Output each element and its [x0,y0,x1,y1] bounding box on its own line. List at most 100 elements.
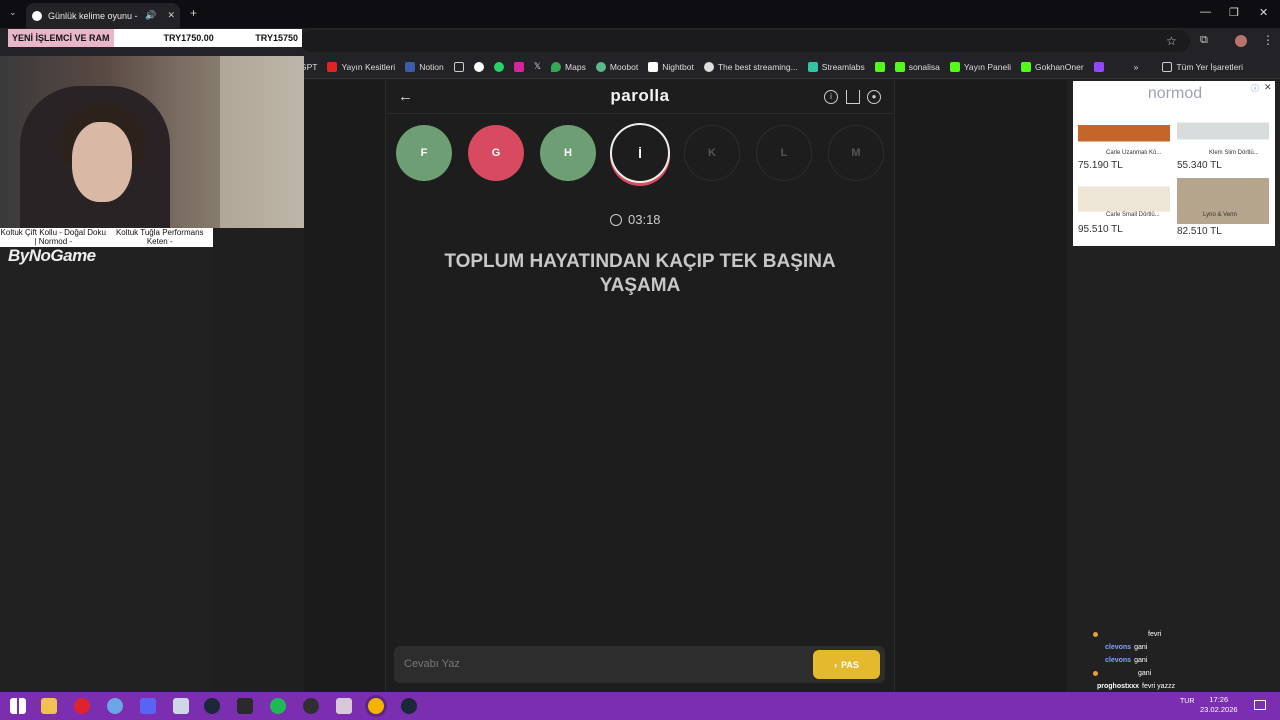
bookmark-gokhanoner[interactable]: GokhanOner [1021,61,1084,72]
chat-text: fevri [1148,631,1162,638]
notifications-icon[interactable] [1254,700,1266,710]
bookmarks-overflow-icon[interactable]: » [1134,62,1139,72]
pass-button[interactable]: › PAS [813,650,880,679]
ad-item-price: 55.340 TL [1177,160,1222,171]
answer-input[interactable] [404,654,804,674]
new-tab-icon[interactable]: + [190,6,197,20]
chat-message: clevons gani [1105,657,1147,664]
youtube-icon [327,61,338,72]
letter-i-current: İ [610,123,670,183]
windows-start-icon[interactable] [10,698,26,714]
close-window-icon[interactable]: ✕ [1259,6,1268,19]
letter-char: F [420,147,428,159]
epic-games-icon[interactable] [237,698,253,714]
bookmark-label: Streamlabs [821,61,865,72]
nightbot-icon [648,61,659,72]
bookmark-streamlabs[interactable]: Streamlabs [807,61,865,72]
minimize-icon[interactable]: — [1200,6,1211,18]
bookmark-label: GokhanOner [1035,61,1084,72]
app-icon[interactable] [107,698,123,714]
system-clock[interactable]: 17:26 23.02.2026 [1200,695,1238,715]
ad-item[interactable]: Lyno & Venn 82.510 TL [1177,178,1269,237]
clock-icon [610,213,622,226]
kick-icon [1021,61,1031,72]
game-title: parolla [610,86,670,105]
bookmark-star-icon[interactable]: ☆ [1166,34,1177,48]
back-arrow-icon[interactable]: ← [398,88,413,105]
chat-message: proghostxxx fevri yazzz [1097,683,1175,690]
browser-tab-bar: ⌄ Günlük kelime oyunu - parolla 🔊 ✕ + — … [0,0,1280,28]
bookmark-yayin-kesitleri[interactable]: Yayın Kesitleri [327,61,395,72]
opera-icon[interactable] [74,698,90,714]
stream-ticker: YENİ İŞLEMCİ VE RAM TRY1750.00 TRY15750 [8,29,302,47]
chrome-icon[interactable] [368,698,384,714]
bookmark-streaming[interactable]: The best streaming... [703,61,798,72]
pass-label: PAS [841,659,859,670]
chat-text: gani [1134,657,1148,664]
letter-h: H [540,125,596,181]
address-bar[interactable] [300,30,1190,52]
bookmark-label: Nightbot [662,61,694,72]
ad-item-price: 95.510 TL [1078,224,1123,235]
steam-icon[interactable] [204,698,220,714]
browser-tab[interactable]: Günlük kelime oyunu - parolla 🔊 ✕ [26,3,180,28]
tab-search-icon[interactable]: ⌄ [9,7,17,18]
bookmark-x[interactable]: 𝕏 [534,61,541,72]
ad-close-icon[interactable]: ✕ [1264,82,1272,93]
letter-char: K [708,147,716,159]
bookmark-twitch[interactable] [1093,61,1104,72]
discord-icon[interactable] [140,698,156,714]
ad-item-price: 82.510 TL [1177,226,1222,237]
letter-char: G [491,147,501,159]
bookmark-moobot[interactable]: Moobot [595,61,638,72]
ad-item[interactable]: Carle Small Dörtlü... 95.510 TL [1078,178,1170,235]
profile-avatar[interactable] [1235,35,1247,47]
chat-user: clevons [1105,644,1132,651]
bookmark-instagram[interactable] [513,61,524,72]
menu-icon[interactable]: ⋮ [1262,33,1274,47]
app-icon[interactable] [336,698,352,714]
chat-message: clevons gani [1105,644,1147,651]
all-bookmarks[interactable]: Tüm Yer İşaretleri [1162,61,1243,72]
caption-left: Koltuk Çift Kollu - Doğal Doku | Normod … [0,228,106,246]
ad-item[interactable]: Carle Uzanmalı Kö... 75.190 TL [1078,108,1170,171]
tray-language[interactable]: TUR [1180,698,1194,705]
ticker-highlight: YENİ İŞLEMCİ VE RAM [8,29,114,47]
clock-date: 23.02.2026 [1200,705,1238,714]
bookmark-yayin-paneli[interactable]: Yayın Paneli [949,61,1011,72]
webcam-background-shelf [220,56,304,228]
tab-favicon-icon [32,10,42,21]
bookmark-nightbot[interactable]: Nightbot [648,61,694,72]
profile-icon[interactable]: ● [867,90,881,104]
bookmark-folder[interactable] [453,61,464,72]
google-icon [473,61,484,72]
us-flag-icon [405,61,416,72]
instagram-icon [513,61,524,72]
ad-info-icon[interactable]: ⓘ [1251,83,1259,94]
obs-icon[interactable] [303,698,319,714]
ad-item[interactable]: Klem Slim Dörtlü... 55.340 TL [1177,108,1269,171]
chat-message: gani [1093,670,1151,677]
bookmark-sonalisa[interactable]: sonalisa [894,61,940,72]
bookmark-notion[interactable]: Notion [405,61,444,72]
ticker-price-2: TRY15750 [255,33,298,43]
overlay-captions: Koltuk Çift Kollu - Doğal Doku | Normod … [0,228,213,247]
restore-icon[interactable]: ❐ [1229,6,1239,19]
file-explorer-icon[interactable] [41,698,57,714]
ad-item-price: 75.190 TL [1078,160,1123,171]
timer: 03:18 [610,212,680,227]
bookmark-kick[interactable] [874,61,885,72]
info-icon[interactable]: i [824,90,838,104]
bookmark-maps[interactable]: Maps [551,61,586,72]
spotify-icon[interactable] [270,698,286,714]
stats-icon[interactable] [846,90,860,104]
tab-audio-icon[interactable]: 🔊 [145,10,156,21]
bookmark-whatsapp[interactable] [493,61,504,72]
extensions-icon[interactable]: ⧉ [1200,34,1208,47]
streaming-icon [703,61,714,72]
steam-icon[interactable] [401,698,417,714]
app-icon[interactable] [173,698,189,714]
bookmark-label: Maps [565,61,586,72]
bookmark-google[interactable] [473,61,484,72]
tab-close-icon[interactable]: ✕ [167,10,175,21]
